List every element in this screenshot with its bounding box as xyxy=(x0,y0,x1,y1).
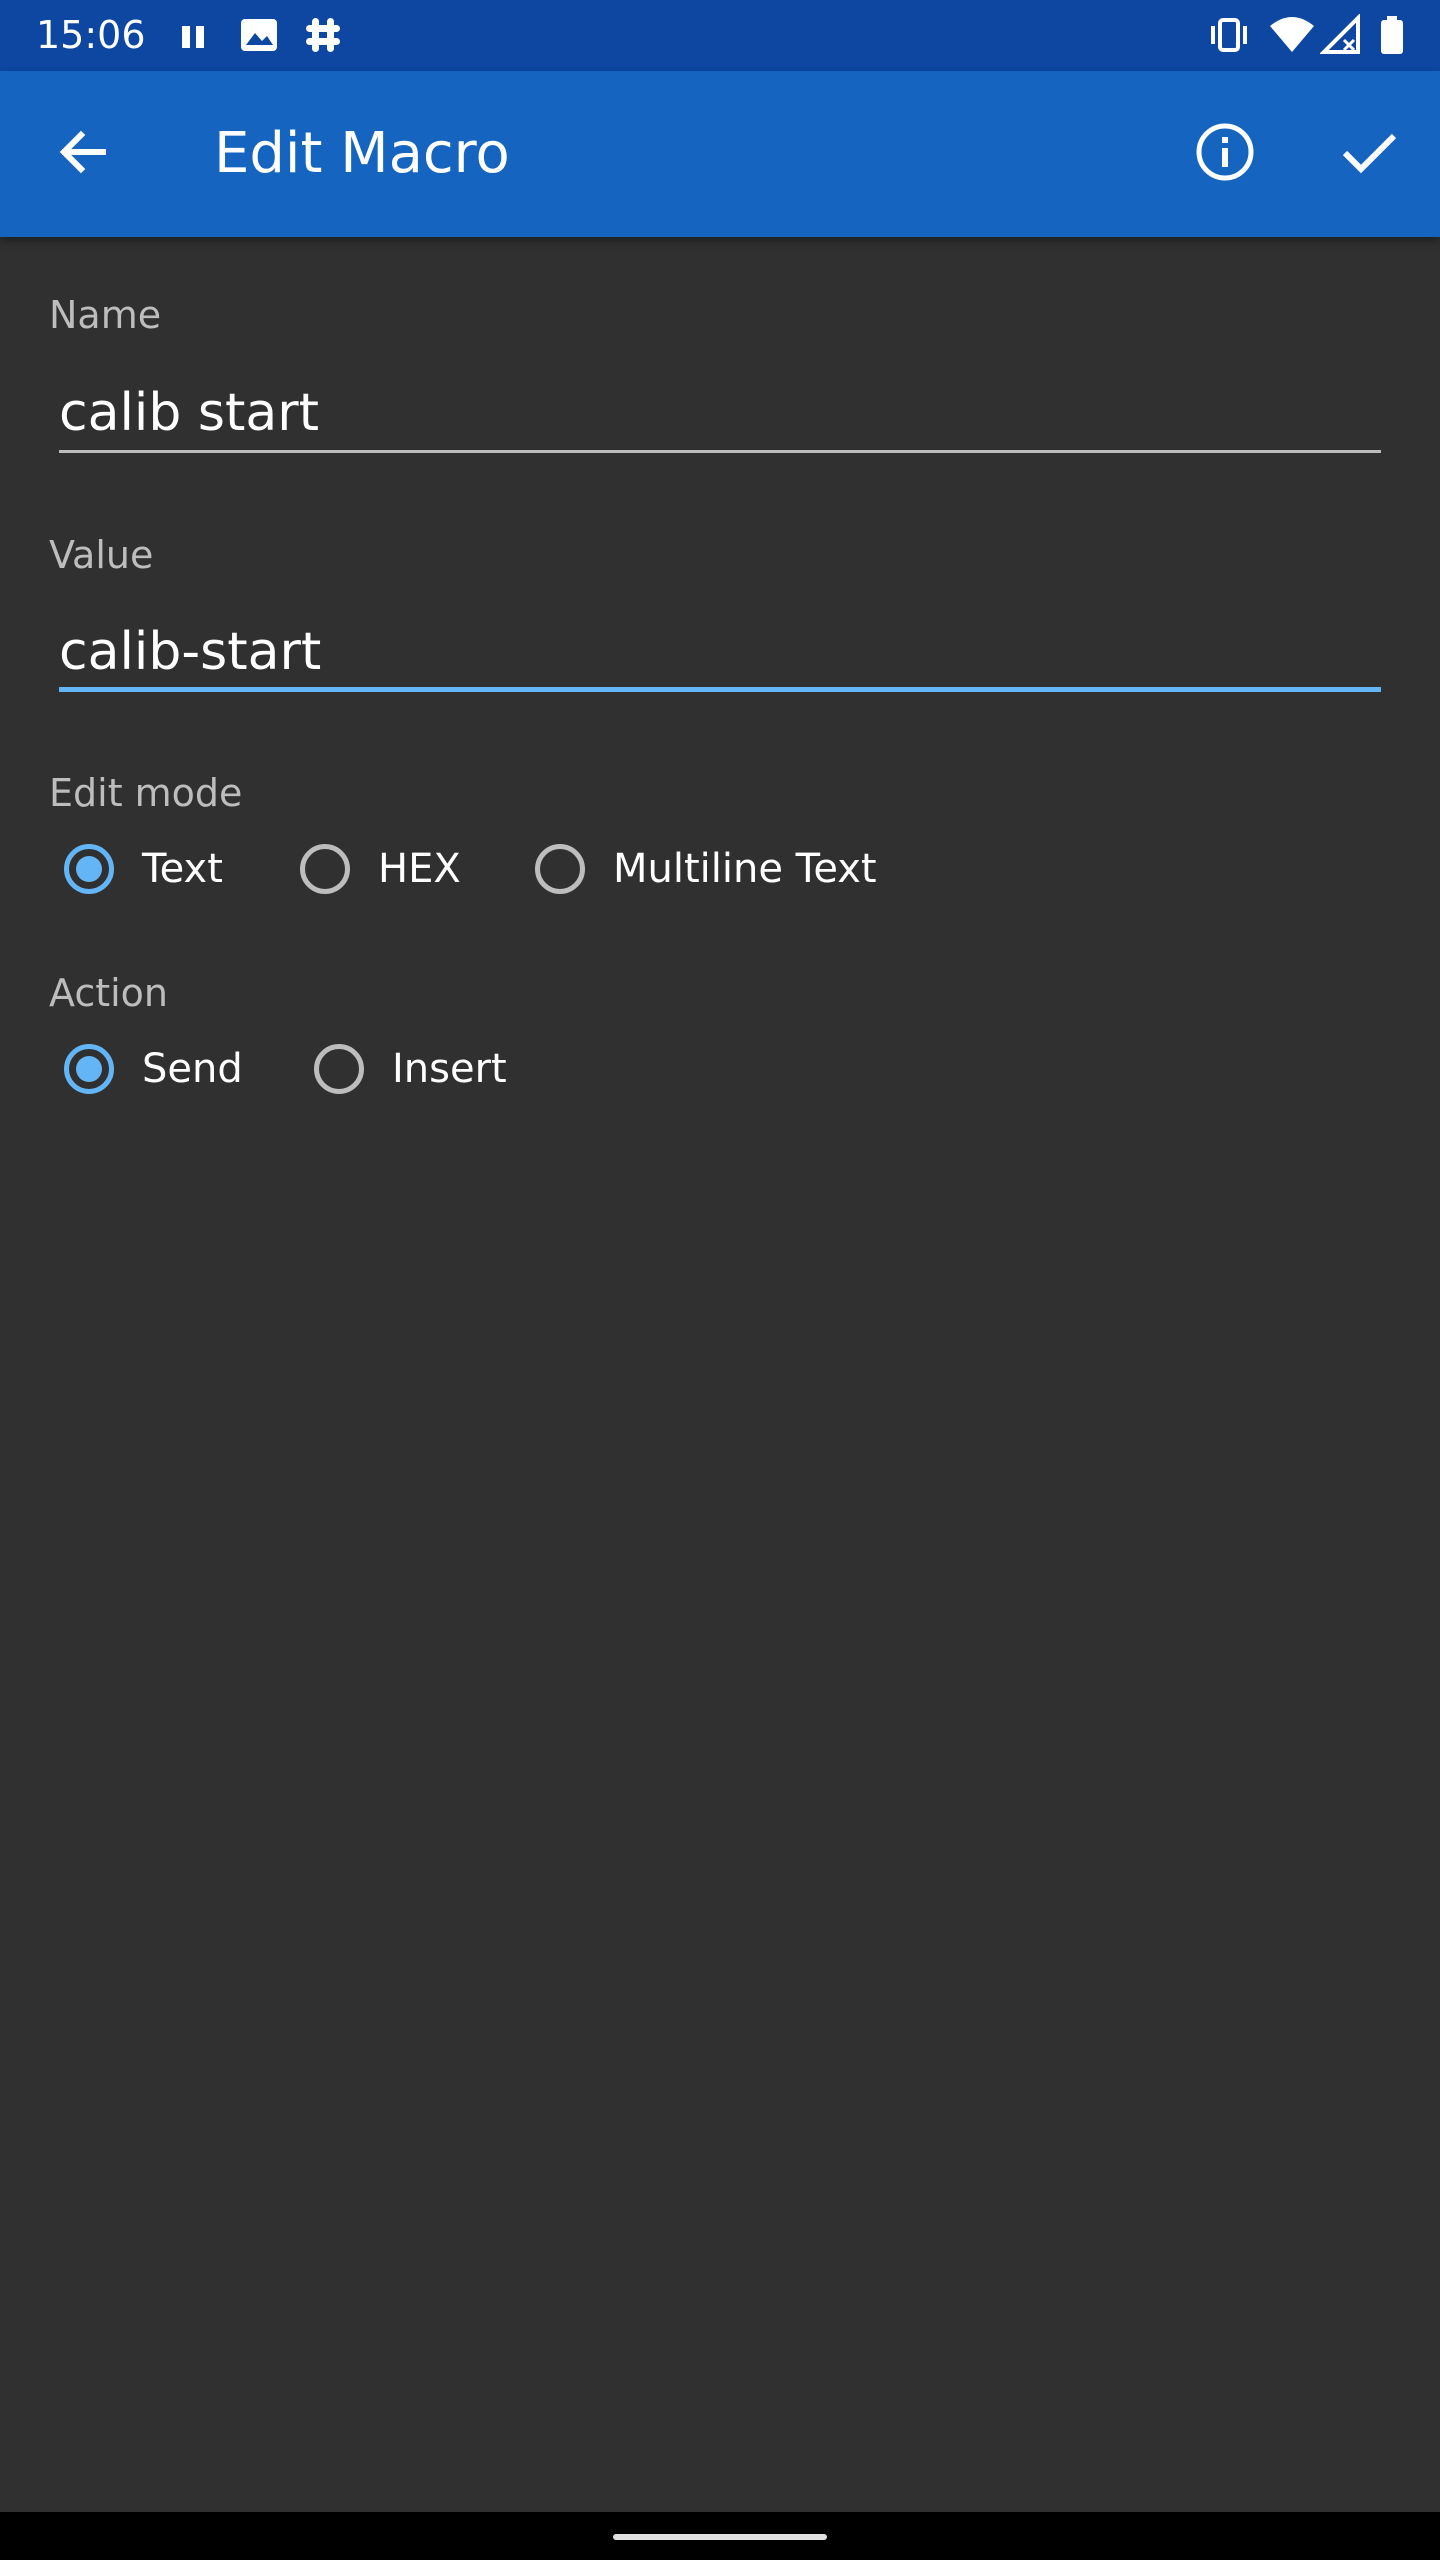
navigation-bar xyxy=(0,2512,1440,2560)
battery-icon xyxy=(1378,14,1406,56)
edit-macro-screen: 15:06 Edit Macro Name calib start Value … xyxy=(0,0,1440,2560)
pause-icon xyxy=(180,14,208,56)
edit-mode-option-hex[interactable]: HEX xyxy=(300,837,461,901)
value-field[interactable]: calib-start xyxy=(59,620,1381,692)
edit-mode-option-label: Text xyxy=(142,846,223,892)
radio-checked-icon xyxy=(64,1044,114,1094)
wifi-icon xyxy=(1268,14,1316,56)
value-label: Value xyxy=(49,533,154,577)
signal-icon xyxy=(1319,13,1362,56)
action-label: Action xyxy=(49,971,169,1015)
radio-unchecked-icon xyxy=(314,1044,364,1094)
app-bar: Edit Macro xyxy=(0,71,1440,237)
radio-unchecked-icon xyxy=(300,844,350,894)
radio-checked-icon xyxy=(64,844,114,894)
name-field[interactable]: calib start xyxy=(59,381,1381,453)
back-button[interactable] xyxy=(28,99,138,209)
action-option-send[interactable]: Send xyxy=(64,1037,243,1101)
status-bar: 15:06 xyxy=(0,0,1440,71)
action-option-label: Send xyxy=(142,1046,243,1092)
slack-icon xyxy=(302,14,344,56)
check-icon xyxy=(1339,122,1399,186)
vibrate-icon xyxy=(1206,14,1252,56)
info-button[interactable] xyxy=(1170,99,1280,209)
name-label: Name xyxy=(49,293,162,337)
home-gesture-handle[interactable] xyxy=(613,2534,827,2540)
status-time: 15:06 xyxy=(36,13,146,57)
image-icon xyxy=(238,14,280,56)
edit-mode-label: Edit mode xyxy=(49,771,243,815)
page-title: Edit Macro xyxy=(214,121,510,186)
edit-mode-option-multiline-text[interactable]: Multiline Text xyxy=(535,837,877,901)
arrow-left-icon xyxy=(55,124,111,184)
radio-unchecked-icon xyxy=(535,844,585,894)
action-option-insert[interactable]: Insert xyxy=(314,1037,507,1101)
edit-mode-option-label: HEX xyxy=(378,846,461,892)
confirm-button[interactable] xyxy=(1314,99,1424,209)
edit-mode-option-label: Multiline Text xyxy=(613,846,877,892)
action-option-label: Insert xyxy=(392,1046,507,1092)
edit-mode-option-text[interactable]: Text xyxy=(64,837,223,901)
info-icon xyxy=(1194,121,1256,187)
